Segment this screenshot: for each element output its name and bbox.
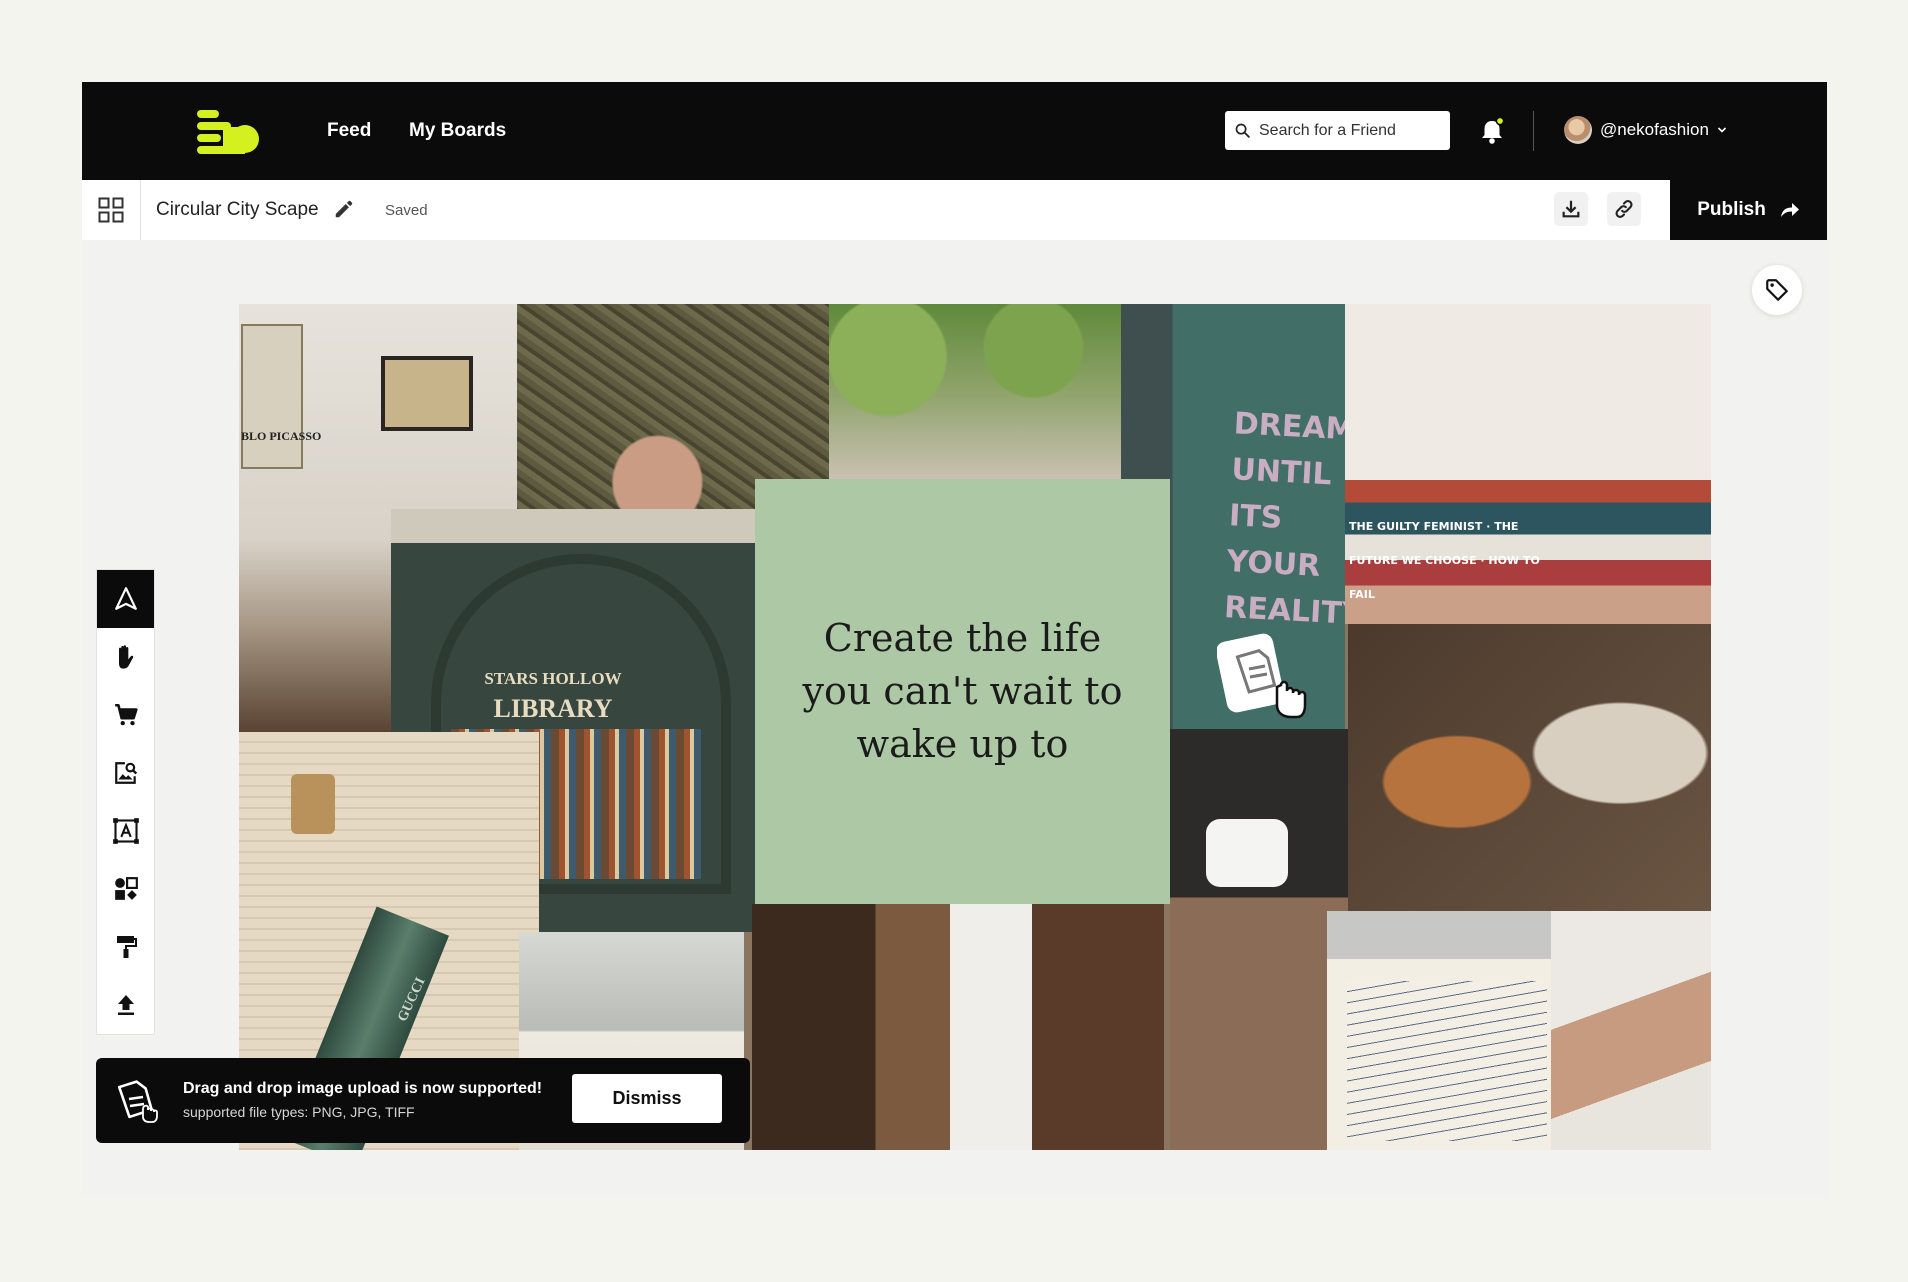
top-navbar: Feed My Boards @nekofashion bbox=[82, 82, 1827, 180]
search-input[interactable] bbox=[1259, 121, 1439, 140]
search-icon bbox=[1235, 123, 1250, 138]
shop-tool[interactable] bbox=[97, 686, 154, 744]
avatar bbox=[1564, 116, 1592, 144]
publish-button[interactable]: Publish bbox=[1670, 180, 1827, 240]
image-search-tool[interactable] bbox=[97, 744, 154, 802]
cursor-icon bbox=[114, 587, 137, 610]
photo-garden-friends[interactable] bbox=[829, 304, 1121, 479]
toast-subtitle: supported file types: PNG, JPG, TIFF bbox=[183, 1104, 415, 1120]
board-toolbar: Circular City Scape Saved Publish bbox=[82, 180, 1827, 240]
hand-icon bbox=[118, 645, 133, 669]
shapes-icon bbox=[114, 877, 138, 900]
nav-divider bbox=[1533, 111, 1534, 151]
library-sign-line1: STARS HOLLOW bbox=[484, 669, 622, 688]
save-status: Saved bbox=[385, 202, 428, 219]
text-tool[interactable] bbox=[97, 802, 154, 860]
friend-search[interactable] bbox=[1225, 111, 1450, 150]
picasso-poster-text: BLO PICASSO bbox=[241, 429, 322, 443]
photo-reading-bookshelf[interactable] bbox=[752, 904, 1164, 1150]
file-drag-cursor-icon bbox=[1217, 633, 1307, 719]
photo-notebook-airpods[interactable] bbox=[1170, 729, 1350, 1150]
user-menu[interactable]: @nekofashion bbox=[1564, 116, 1727, 144]
tag-button[interactable] bbox=[1752, 265, 1802, 315]
link-icon bbox=[1615, 200, 1633, 218]
photo-handwritten-journal[interactable] bbox=[1327, 911, 1551, 1150]
photo-bread-wine-dinner[interactable] bbox=[1348, 624, 1711, 911]
chevron-down-icon bbox=[1717, 127, 1727, 133]
nav-feed-link[interactable]: Feed bbox=[327, 120, 371, 142]
publish-label: Publish bbox=[1697, 199, 1766, 220]
book-spines-text: THE GUILTY FEMINIST · THE FUTURE WE CHOO… bbox=[1349, 520, 1540, 601]
drag-upload-icon bbox=[117, 1080, 158, 1123]
elements-tool[interactable] bbox=[97, 860, 154, 918]
grid-icon bbox=[98, 197, 124, 223]
app-logo[interactable] bbox=[197, 110, 259, 154]
upload-toast: Drag and drop image upload is now suppor… bbox=[96, 1058, 750, 1143]
download-button[interactable] bbox=[1554, 192, 1588, 226]
boards-grid-button[interactable] bbox=[82, 180, 141, 240]
photo-flowers-books[interactable]: THE GUILTY FEMINIST · THE FUTURE WE CHOO… bbox=[1345, 304, 1711, 624]
edit-title-pencil-icon[interactable] bbox=[333, 198, 355, 220]
mood-board-collage[interactable]: BLO PICASSO DREAM UNTIL ITS YOUR REALITY… bbox=[239, 304, 1711, 1150]
board-canvas[interactable]: BLO PICASSO DREAM UNTIL ITS YOUR REALITY… bbox=[82, 240, 1827, 1197]
tool-palette bbox=[96, 569, 155, 1035]
dismiss-button[interactable]: Dismiss bbox=[572, 1074, 722, 1123]
photo-yoga-pose[interactable] bbox=[1551, 911, 1711, 1150]
copy-link-button[interactable] bbox=[1607, 192, 1641, 226]
notification-bell-icon[interactable] bbox=[1479, 117, 1505, 145]
app-window: Feed My Boards @nekofashion bbox=[82, 82, 1827, 1197]
paint-roller-icon bbox=[116, 936, 137, 958]
username-label: @nekofashion bbox=[1600, 120, 1709, 139]
pan-tool[interactable] bbox=[97, 628, 154, 686]
cart-icon bbox=[114, 703, 138, 726]
tag-icon bbox=[1766, 279, 1788, 301]
text-frame-icon bbox=[112, 818, 139, 844]
select-tool[interactable] bbox=[97, 570, 154, 628]
dream-chalk-text: DREAM UNTIL ITS YOUR REALITY bbox=[1223, 406, 1345, 633]
share-arrow-icon bbox=[1780, 203, 1799, 217]
image-search-icon bbox=[114, 762, 137, 784]
upload-icon bbox=[117, 995, 134, 1015]
quote-text: Create the life you can't wait to wake u… bbox=[802, 616, 1123, 766]
board-title[interactable]: Circular City Scape bbox=[156, 199, 319, 221]
download-icon bbox=[1562, 200, 1580, 218]
quote-card[interactable]: Create the life you can't wait to wake u… bbox=[755, 479, 1170, 904]
paint-tool[interactable] bbox=[97, 918, 154, 976]
nav-my-boards-link[interactable]: My Boards bbox=[409, 120, 506, 142]
library-sign-line2: LIBRARY bbox=[493, 694, 613, 723]
upload-tool[interactable] bbox=[97, 976, 154, 1034]
toast-title: Drag and drop image upload is now suppor… bbox=[183, 1080, 543, 1097]
